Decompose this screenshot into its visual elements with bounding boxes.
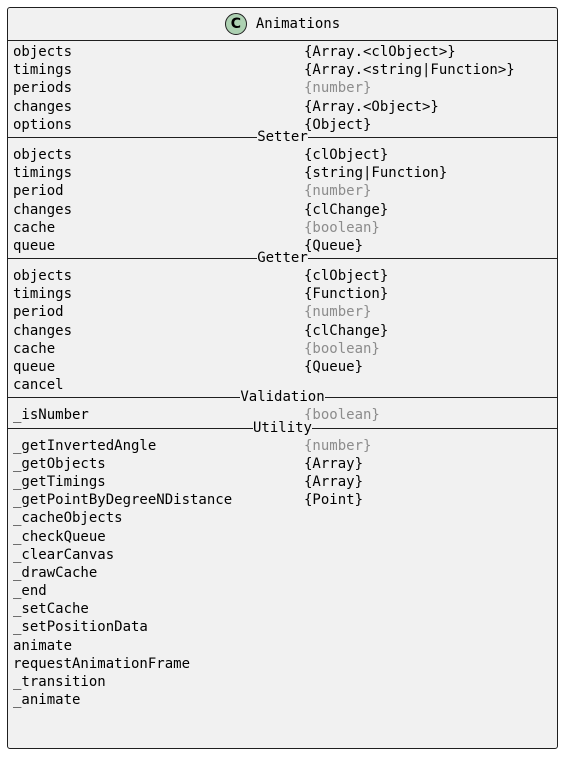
member-name: requestAnimationFrame xyxy=(13,655,191,672)
member-type: {number} xyxy=(304,437,372,454)
member-sections: Setter objects {clObject} timings {string|Fu… xyxy=(8,128,557,713)
member-row: _cacheObjects xyxy=(8,509,557,527)
section-body: _getInvertedAngle {number} _getObjects {Arr… xyxy=(8,429,557,713)
member-name: _getObjects xyxy=(13,455,106,472)
member-name: _drawCache xyxy=(13,564,98,581)
member-row: _setPositionData xyxy=(8,618,557,636)
member-type: {clChange} xyxy=(304,322,389,339)
member-row: periods {number} xyxy=(8,79,557,97)
attribute-section: objects {Array.<clObject>} timings {Array.<… xyxy=(8,41,557,137)
member-row: queue {Queue} xyxy=(8,358,557,376)
member-row: _getObjects {Array} xyxy=(8,455,557,473)
member-name: period xyxy=(13,183,64,200)
member-row: _transition xyxy=(8,673,557,691)
member-type: {Array.<string|Function>} xyxy=(304,62,515,79)
member-type: {Array} xyxy=(304,473,364,490)
member-name: changes xyxy=(13,98,73,115)
member-row: timings {Array.<string|Function>} xyxy=(8,61,557,79)
member-row: _end xyxy=(8,582,557,600)
member-row: objects {clObject} xyxy=(8,146,557,164)
member-name: _transition xyxy=(13,674,106,690)
member-row: _animate xyxy=(8,691,557,709)
class-header: C Animations xyxy=(8,8,557,41)
member-type: {Queue} xyxy=(304,359,364,375)
member-name: _getPointByDegreeNDistance xyxy=(13,492,233,509)
class-title: Animations xyxy=(255,16,341,32)
member-type: {number} xyxy=(304,80,372,97)
member-row: period {number} xyxy=(8,182,557,200)
member-type: {clObject} xyxy=(304,268,389,285)
member-type: {number} xyxy=(304,183,372,200)
member-row: _drawCache xyxy=(8,564,557,582)
member-row: objects {clObject} xyxy=(8,267,557,285)
member-name: period xyxy=(13,304,64,321)
member-type: {Point} xyxy=(304,492,364,509)
class-badge-letter: C xyxy=(230,16,241,32)
member-name: objects xyxy=(13,44,73,60)
member-row: objects {Array.<clObject>} xyxy=(8,43,557,61)
member-type: {Array.<clObject>} xyxy=(304,44,456,60)
member-type: {clObject} xyxy=(304,146,389,163)
member-type: {number} xyxy=(304,304,372,321)
member-name: _animate xyxy=(13,692,81,709)
member-name: animate xyxy=(13,637,73,654)
member-row: animate xyxy=(8,637,557,655)
class-header-content: C Animations xyxy=(8,12,557,36)
member-name: timings xyxy=(13,286,73,303)
member-row: _getInvertedAngle {number} xyxy=(8,437,557,455)
member-name: objects xyxy=(13,268,73,285)
member-row: cache {boolean} xyxy=(8,219,557,237)
member-type: {boolean} xyxy=(304,340,380,357)
member-name: _setPositionData xyxy=(13,619,148,636)
member-name: _checkQueue xyxy=(13,528,106,545)
member-name: timings xyxy=(13,62,73,79)
member-name: objects xyxy=(13,146,73,163)
member-type: {boolean} xyxy=(304,219,380,236)
member-name: _end xyxy=(13,583,47,600)
member-name: queue xyxy=(13,359,56,375)
class-stereotype-icon: C xyxy=(224,13,247,35)
member-row: cache {boolean} xyxy=(8,340,557,358)
member-row: _setCache xyxy=(8,600,557,618)
member-type: {string|Function} xyxy=(304,165,448,182)
member-type: {Array.<Object>} xyxy=(304,98,439,115)
member-name: _getTimings xyxy=(13,473,106,490)
member-row: changes {clChange} xyxy=(8,322,557,340)
member-row: changes {clChange} xyxy=(8,201,557,219)
member-row: timings {string|Function} xyxy=(8,164,557,182)
member-name: cache xyxy=(13,219,56,236)
member-type: {clChange} xyxy=(304,201,389,218)
member-row: _checkQueue xyxy=(8,528,557,546)
member-name: cache xyxy=(13,340,56,357)
member-name: changes xyxy=(13,201,73,218)
member-name: timings xyxy=(13,165,73,182)
member-type: {Function} xyxy=(304,286,389,303)
section-body: objects {clObject} timings {string|Function… xyxy=(8,138,557,258)
member-name: _getInvertedAngle xyxy=(13,437,157,454)
member-row: changes {Array.<Object>} xyxy=(8,98,557,116)
member-row: timings {Function} xyxy=(8,285,557,303)
member-row: requestAnimationFrame xyxy=(8,655,557,673)
member-name: changes xyxy=(13,322,73,339)
member-row: period {number} xyxy=(8,303,557,321)
member-type: {Array} xyxy=(304,455,364,472)
member-row: _getPointByDegreeNDistance {Point} xyxy=(8,491,557,509)
member-row: _clearCanvas xyxy=(8,546,557,564)
section-body: objects {clObject} timings {Function} period… xyxy=(8,259,557,397)
member-name: periods xyxy=(13,80,73,97)
member-name: _setCache xyxy=(13,601,89,618)
member-name: _cacheObjects xyxy=(13,510,123,527)
member-row: _getTimings {Array} xyxy=(8,473,557,491)
class-box: C Animations objects {Array.<clObject>} ti… xyxy=(7,7,558,749)
member-name: _clearCanvas xyxy=(13,546,115,563)
